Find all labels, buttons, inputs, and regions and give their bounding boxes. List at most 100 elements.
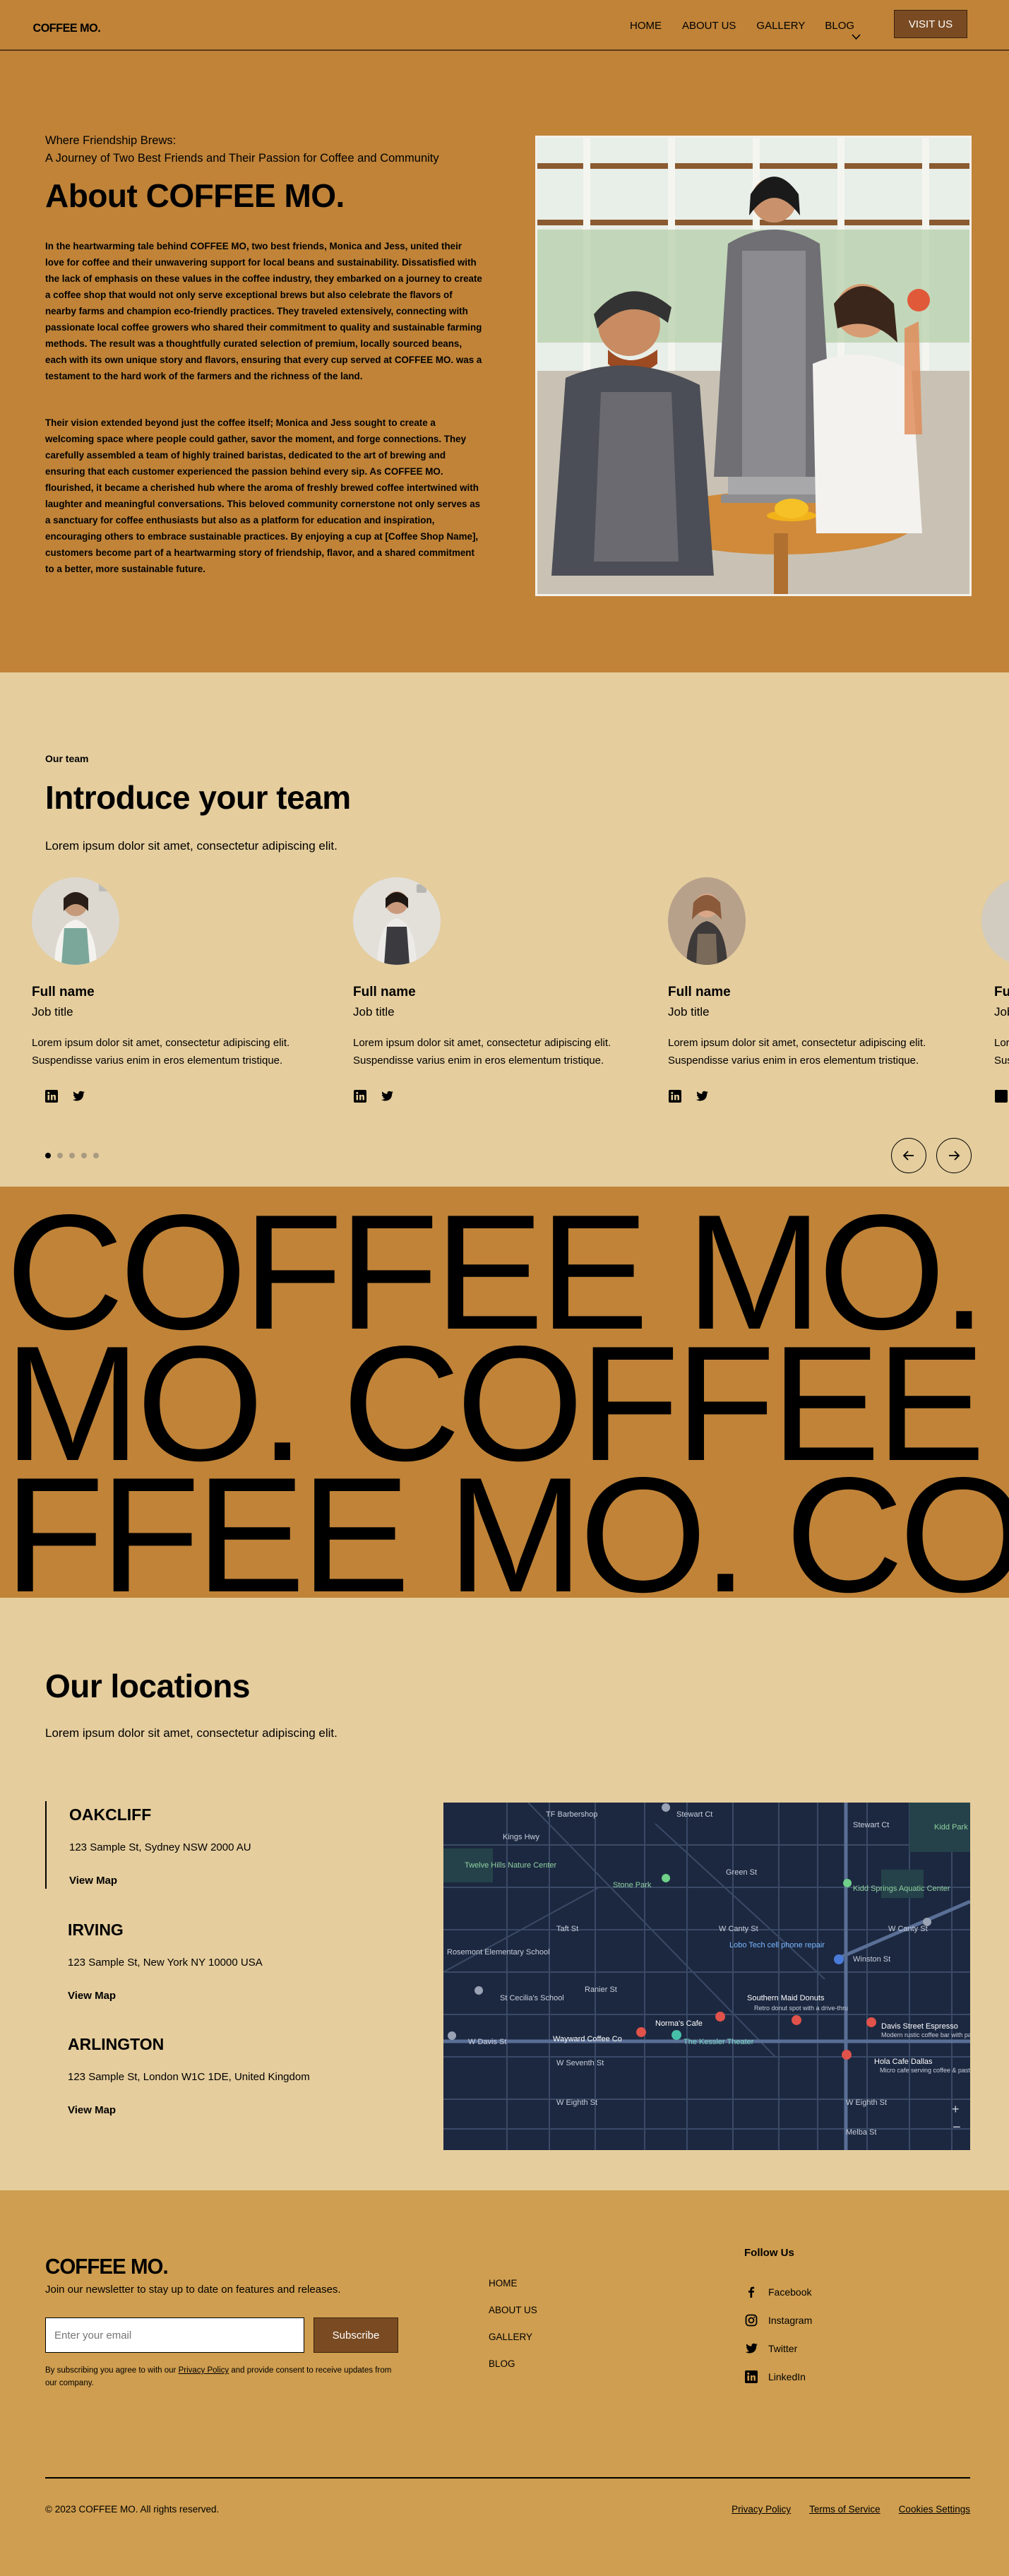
carousel-dot[interactable]: [57, 1153, 63, 1158]
arrow-right-icon: [949, 1151, 960, 1161]
nav-link-home[interactable]: HOME: [630, 20, 662, 32]
map-label: W Canty St: [888, 1925, 928, 1933]
map-label: Stone Park: [613, 1881, 652, 1889]
location-name: IRVING: [68, 1921, 124, 1939]
footer-link-home[interactable]: HOME: [489, 2278, 537, 2305]
social-label: Twitter: [768, 2343, 798, 2354]
privacy-policy-link[interactable]: Privacy Policy: [179, 2366, 229, 2375]
map-label: Retro donut spot with a drive-thru: [754, 2005, 848, 2012]
footer-link-about[interactable]: ABOUT US: [489, 2305, 537, 2332]
terms-of-service-link[interactable]: Terms of Service: [809, 2504, 880, 2515]
newsletter-text: Join our newsletter to stay up to date o…: [45, 2284, 341, 2296]
map-label: Stewart Ct: [676, 1810, 712, 1819]
location-map-canvas: TF Barbershop Stewart Ct Stewart Ct King…: [443, 1803, 970, 2150]
location-name: ARLINGTON: [68, 2035, 165, 2053]
location-item-oakcliff[interactable]: OAKCLIFF 123 Sample St, Sydney NSW 2000 …: [45, 1801, 370, 1889]
location-item-irving[interactable]: IRVING 123 Sample St, New York NY 10000 …: [45, 1916, 370, 2004]
brand-logo[interactable]: COFFEE MO.: [33, 21, 101, 35]
nav-link-blog-label: BLOG: [825, 20, 855, 32]
twitter-icon[interactable]: [695, 1089, 709, 1103]
social-link-twitter[interactable]: Twitter: [744, 2334, 812, 2363]
locations-title: Our locations: [45, 1668, 250, 1704]
team-lead: Lorem ipsum dolor sit amet, consectetur …: [45, 839, 338, 853]
top-navbar: COFFEE MO. HOME ABOUT US GALLERY BLOG VI…: [0, 0, 1009, 51]
footer-socials: Facebook Instagram Twitter LinkedIn: [744, 2278, 812, 2391]
nav-link-blog[interactable]: BLOG: [825, 20, 861, 40]
twitter-icon: [745, 2343, 758, 2354]
team-member-photo: [668, 877, 746, 965]
disclaimer-text-start: By subscribing you agree to with our: [45, 2366, 179, 2375]
team-eyebrow: Our team: [45, 753, 89, 764]
team-member-photo: [32, 877, 119, 965]
team-member-bio: Lorem ipsum dolor sit amet, consectetur …: [32, 1037, 290, 1067]
map-label: Kings Hwy: [503, 1833, 539, 1841]
social-link-instagram[interactable]: Instagram: [744, 2306, 812, 2334]
twitter-icon[interactable]: [71, 1089, 85, 1103]
brand-marquee: COFFEE MO. COFFEE MO. MO. COFFEE MO. COF…: [0, 1187, 1009, 1598]
subscribe-button[interactable]: Subscribe: [314, 2317, 398, 2353]
about-title: About COFFEE MO.: [45, 177, 345, 214]
zoom-in-icon[interactable]: +: [952, 2102, 960, 2116]
zoom-out-icon[interactable]: −: [953, 2120, 961, 2135]
social-link-linkedin[interactable]: LinkedIn: [744, 2363, 812, 2391]
linkedin-icon[interactable]: [668, 1089, 682, 1103]
social-label: Instagram: [768, 2315, 813, 2326]
view-map-link[interactable]: View Map: [68, 2104, 370, 2116]
map-label: Taft St: [556, 1925, 578, 1933]
carousel-dot[interactable]: [81, 1153, 87, 1158]
about-section: Where Friendship Brews: A Journey of Two…: [0, 51, 1009, 672]
facebook-icon: [748, 2286, 755, 2298]
visit-us-button[interactable]: VISIT US: [894, 10, 967, 38]
view-map-link[interactable]: View Map: [69, 1875, 370, 1887]
map-label: Stewart Ct: [853, 1821, 889, 1829]
linkedin-icon: [745, 2370, 758, 2383]
privacy-policy-footer-link[interactable]: Privacy Policy: [732, 2504, 791, 2515]
team-member-photo-illustration: [32, 877, 119, 965]
location-address: 123 Sample St, London W1C 1DE, United Ki…: [68, 2071, 310, 2083]
footer-link-blog[interactable]: BLOG: [489, 2358, 537, 2385]
founders-photo-illustration: [537, 138, 969, 594]
footer-link-gallery[interactable]: GALLERY: [489, 2332, 537, 2358]
chevron-down-icon[interactable]: [852, 33, 861, 40]
team-member-socials: [353, 1089, 394, 1103]
social-label: Facebook: [768, 2286, 812, 2298]
team-member-bio: Lorem ipsum dolor sit amet, consectetur …: [668, 1037, 926, 1067]
footer-logo[interactable]: COFFEE MO.: [45, 2254, 169, 2279]
location-map[interactable]: TF Barbershop Stewart Ct Stewart Ct King…: [443, 1803, 970, 2150]
team-member-socials: [994, 1089, 1008, 1103]
map-label: Wayward Coffee Co: [553, 2035, 622, 2043]
social-link-facebook[interactable]: Facebook: [744, 2278, 812, 2306]
map-label: Winston St: [853, 1955, 890, 1964]
map-label: TF Barbershop: [546, 1810, 597, 1819]
team-member-socials: [44, 1089, 85, 1103]
carousel-next-button[interactable]: [936, 1138, 972, 1173]
cookies-settings-link[interactable]: Cookies Settings: [899, 2504, 970, 2515]
linkedin-icon[interactable]: [44, 1089, 59, 1103]
team-member-photo: [353, 877, 441, 965]
location-item-arlington[interactable]: ARLINGTON 123 Sample St, London W1C 1DE,…: [45, 2031, 370, 2118]
carousel-dot[interactable]: [93, 1153, 99, 1158]
team-member-card: Full name Job title Lorem ipsum dolor si…: [981, 877, 1009, 1103]
locations-section: Our locations Lorem ipsum dolor sit amet…: [0, 1598, 1009, 2190]
map-pin-icon[interactable]: [834, 1954, 844, 1964]
map-label: Green St: [726, 1868, 757, 1877]
about-paragraph-1: In the heartwarming tale behind COFFEE M…: [45, 241, 482, 381]
team-member-name: Full name: [668, 985, 731, 999]
team-member-bio: Lorem ipsum dolor sit amet, consectetur …: [353, 1037, 611, 1067]
team-member-photo-illustration: [668, 877, 746, 965]
location-address: 123 Sample St, New York NY 10000 USA: [68, 1957, 263, 1969]
linkedin-icon[interactable]: [994, 1089, 1008, 1103]
view-map-link[interactable]: View Map: [68, 1990, 370, 2002]
team-member-role: Job title: [668, 1005, 710, 1019]
linkedin-icon[interactable]: [353, 1089, 367, 1103]
twitter-icon[interactable]: [380, 1089, 394, 1103]
nav-link-about[interactable]: ABOUT US: [682, 20, 736, 32]
nav-link-gallery[interactable]: GALLERY: [756, 20, 805, 32]
map-label: W Davis St: [468, 2038, 506, 2046]
email-input[interactable]: [45, 2317, 304, 2353]
team-member-card: Full name Job title Lorem ipsum dolor si…: [353, 877, 650, 1103]
carousel-dot[interactable]: [45, 1153, 51, 1158]
founders-photo: [535, 136, 972, 596]
carousel-prev-button[interactable]: [891, 1138, 926, 1173]
carousel-dot[interactable]: [69, 1153, 75, 1158]
